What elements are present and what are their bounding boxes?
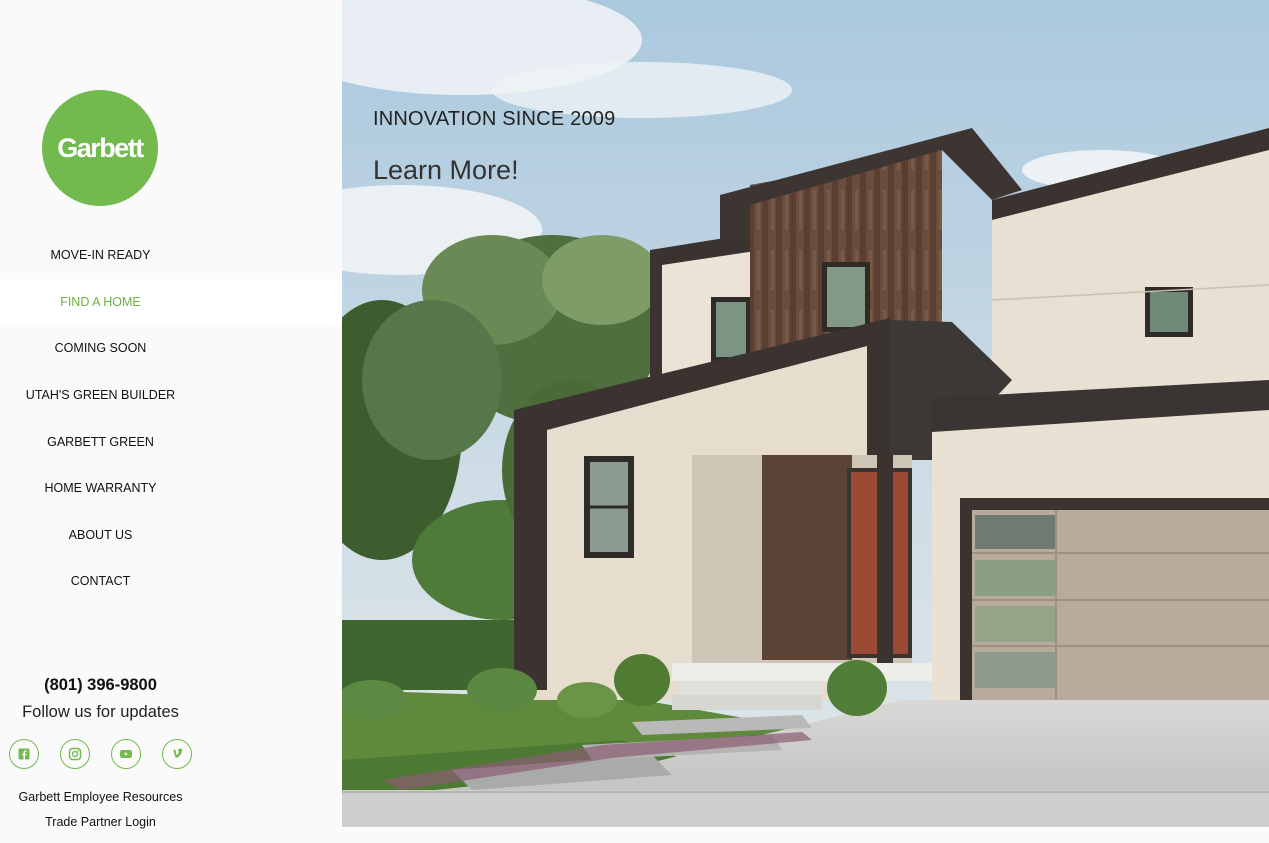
nav-label: MOVE-IN READY (50, 248, 151, 263)
nav-label: COMING SOON (54, 341, 147, 356)
learn-more-link[interactable]: Learn More! (373, 155, 519, 186)
hero-tagline: INNOVATION SINCE 2009 (373, 108, 616, 130)
garbett-logo[interactable]: Garbett (42, 90, 158, 206)
nav-item-utahs-green-builder[interactable]: UTAH'S GREEN BUILDER (0, 372, 342, 419)
nav-item-contact[interactable]: CONTACT (0, 558, 342, 605)
facebook-icon[interactable] (9, 739, 39, 769)
youtube-icon[interactable] (111, 739, 141, 769)
vimeo-icon[interactable] (162, 739, 192, 769)
nav-item-home-warranty[interactable]: HOME WARRANTY (0, 465, 342, 512)
nav-label: ABOUT US (68, 527, 133, 542)
follow-text: Follow us for updates (22, 703, 179, 721)
nav-label: UTAH'S GREEN BUILDER (25, 388, 176, 403)
social-links (9, 739, 192, 769)
sidebar: Garbett MOVE-IN READY FIND A HOME COMING… (0, 0, 342, 843)
nav-item-coming-soon[interactable]: COMING SOON (0, 325, 342, 372)
phone-number[interactable]: (801) 396-9800 (0, 676, 201, 695)
nav-item-move-in-ready[interactable]: MOVE-IN READY (0, 232, 342, 279)
nav-label: FIND A HOME (60, 294, 141, 309)
nav-label: HOME WARRANTY (44, 481, 157, 496)
nav-item-find-a-home[interactable]: FIND A HOME (0, 278, 342, 326)
instagram-icon[interactable] (60, 739, 90, 769)
hero-banner[interactable]: INNOVATION SINCE 2009 Learn More! (342, 0, 1269, 827)
nav-label: GARBETT GREEN (47, 434, 154, 449)
nav-item-garbett-green[interactable]: GARBETT GREEN (0, 418, 342, 465)
nav-label: CONTACT (70, 574, 131, 589)
trade-partner-login-link[interactable]: Trade Partner Login (0, 815, 201, 829)
nav-item-about-us[interactable]: ABOUT US (0, 512, 342, 559)
main-nav: MOVE-IN READY FIND A HOME COMING SOON UT… (0, 232, 342, 605)
logo-text: Garbett (57, 132, 144, 163)
employee-resources-link[interactable]: Garbett Employee Resources (0, 790, 201, 804)
